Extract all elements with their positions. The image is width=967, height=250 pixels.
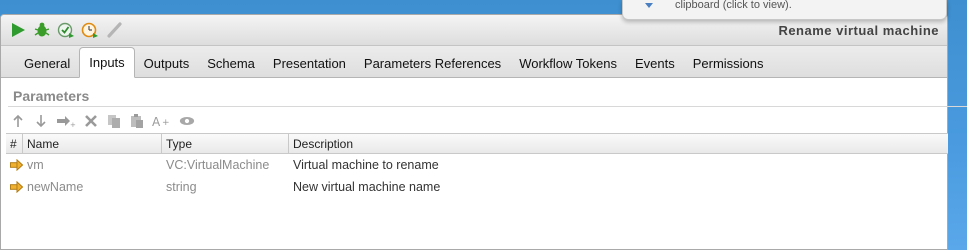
notification-icon	[643, 0, 655, 8]
move-up-icon[interactable]	[10, 113, 26, 129]
parameter-name: newName	[27, 180, 84, 194]
window-title: Rename virtual machine	[778, 23, 939, 38]
column-header-name[interactable]: Name	[23, 134, 162, 153]
notification-text: clipboard (click to view).	[675, 0, 792, 11]
desktop-background	[948, 14, 967, 250]
edit-icon[interactable]	[105, 21, 123, 39]
workflow-editor-window: Rename virtual machine General Inputs Ou…	[0, 14, 948, 250]
tab-presentation[interactable]: Presentation	[264, 49, 355, 77]
copy-icon[interactable]	[106, 113, 122, 129]
move-down-icon[interactable]	[33, 113, 49, 129]
parameters-table: # Name Type Description vm VC:VirtualMac…	[6, 133, 948, 198]
parameter-type: string	[166, 180, 197, 194]
workflow-toolbar	[9, 21, 123, 39]
table-row[interactable]: newName string New virtual machine name	[6, 176, 948, 198]
column-header-description[interactable]: Description	[289, 134, 948, 153]
tab-permissions[interactable]: Permissions	[684, 49, 773, 77]
column-header-index[interactable]: #	[6, 134, 23, 153]
svg-text:+: +	[162, 118, 170, 128]
svg-text:A: A	[152, 115, 161, 128]
table-header: # Name Type Description	[6, 134, 948, 154]
column-header-type[interactable]: Type	[162, 134, 289, 153]
paste-icon[interactable]	[129, 113, 145, 129]
debug-icon[interactable]	[33, 21, 51, 39]
input-parameter-icon	[6, 154, 23, 176]
svg-text:+: +	[70, 121, 76, 128]
view-icon[interactable]	[179, 113, 195, 129]
tab-inputs[interactable]: Inputs	[79, 47, 135, 78]
parameter-description: Virtual machine to rename	[293, 158, 439, 172]
parameter-type: VC:VirtualMachine	[166, 158, 270, 172]
tab-schema[interactable]: Schema	[198, 49, 264, 77]
tab-outputs[interactable]: Outputs	[135, 49, 199, 77]
input-parameter-icon	[6, 176, 23, 198]
run-icon[interactable]	[9, 21, 27, 39]
insert-parameter-icon[interactable]: +	[56, 113, 76, 129]
schedule-icon[interactable]	[81, 21, 99, 39]
parameters-toolbar: + A +	[10, 112, 195, 130]
tab-events[interactable]: Events	[626, 49, 684, 77]
table-row[interactable]: vm VC:VirtualMachine Virtual machine to …	[6, 154, 948, 176]
parameter-description: New virtual machine name	[293, 180, 441, 194]
delete-icon[interactable]	[83, 113, 99, 129]
parameters-heading: Parameters	[13, 88, 90, 104]
rename-icon[interactable]: A +	[152, 113, 172, 129]
tab-workflow-tokens[interactable]: Workflow Tokens	[510, 49, 626, 77]
validate-icon[interactable]	[57, 21, 75, 39]
tab-parameters-references[interactable]: Parameters References	[355, 49, 510, 77]
clipboard-notification[interactable]: clipboard (click to view).	[622, 0, 947, 20]
parameter-name: vm	[27, 158, 44, 172]
tab-bar: General Inputs Outputs Schema Presentati…	[1, 46, 947, 78]
tab-general[interactable]: General	[15, 49, 79, 77]
parameters-divider	[8, 106, 967, 107]
